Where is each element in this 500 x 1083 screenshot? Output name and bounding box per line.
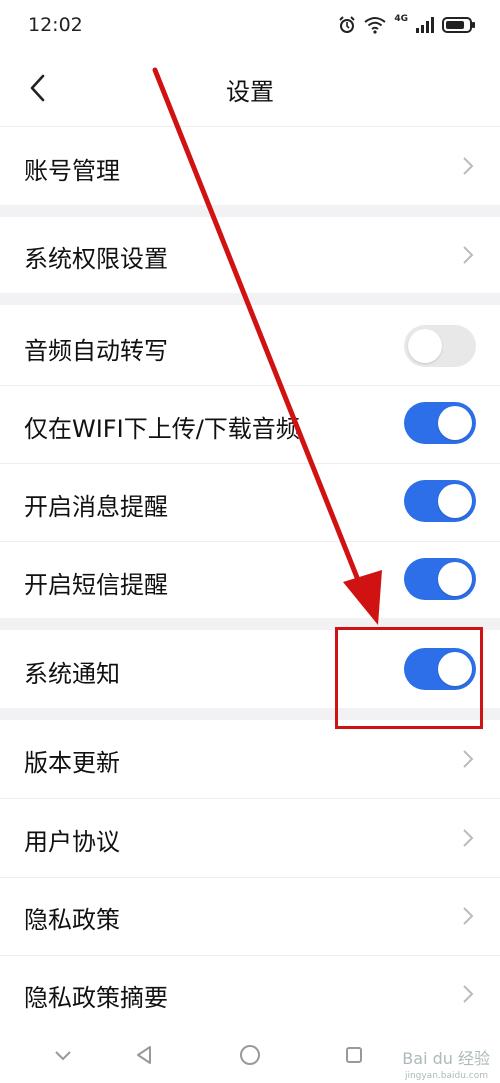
privacy-summary-label: 隐私政策摘要 <box>24 984 168 1012</box>
wifi-icon <box>364 17 386 34</box>
message-reminder-label: 开启消息提醒 <box>24 493 168 521</box>
status-bar: 12:02 4G <box>0 0 500 50</box>
alarm-icon <box>339 16 356 33</box>
status-icons: 4G <box>338 14 475 34</box>
nav-recents-icon[interactable] <box>345 1046 363 1064</box>
auto-transcribe-label: 音频自动转写 <box>24 337 168 365</box>
collapse-chevron-icon[interactable] <box>54 1050 72 1062</box>
system-notification-label: 系统通知 <box>24 660 120 688</box>
system-nav-bar: Bai du 经验 jingyan.baidu.com <box>0 1030 500 1083</box>
chevron-right-icon <box>463 750 474 768</box>
privacy-policy-item[interactable]: 隐私政策 <box>0 878 500 955</box>
watermark-subtext: jingyan.baidu.com <box>404 1071 488 1081</box>
chevron-right-icon <box>463 157 474 175</box>
page-title: 设置 <box>226 78 274 106</box>
chevron-right-icon <box>463 829 474 847</box>
account-management-item[interactable]: 账号管理 <box>0 127 500 205</box>
privacy-policy-label: 隐私政策 <box>24 906 120 934</box>
watermark-text: Bai du 经验 <box>402 1049 490 1068</box>
chevron-right-icon <box>463 907 474 925</box>
toggle-knob <box>408 329 442 363</box>
system-permissions-item[interactable]: 系统权限设置 <box>0 217 500 293</box>
user-agreement-item[interactable]: 用户协议 <box>0 799 500 877</box>
wifi-only-toggle[interactable] <box>404 402 476 444</box>
section-gap <box>0 205 500 217</box>
message-reminder-toggle[interactable] <box>404 480 476 522</box>
status-time: 12:02 <box>28 14 83 36</box>
auto-transcribe-item: 音频自动转写 <box>0 305 500 385</box>
sms-reminder-item: 开启短信提醒 <box>0 542 500 618</box>
section-gap <box>0 293 500 305</box>
sms-reminder-toggle[interactable] <box>404 558 476 600</box>
page-header: 设置 <box>0 50 500 127</box>
auto-transcribe-toggle[interactable] <box>404 325 476 367</box>
message-reminder-item: 开启消息提醒 <box>0 464 500 541</box>
nav-home-icon[interactable] <box>239 1044 261 1066</box>
nav-back-icon[interactable] <box>135 1045 153 1065</box>
account-management-label: 账号管理 <box>24 157 120 185</box>
system-permissions-label: 系统权限设置 <box>24 245 168 273</box>
annotation-highlight-box <box>335 627 483 729</box>
user-agreement-label: 用户协议 <box>24 828 120 856</box>
chevron-right-icon <box>463 246 474 264</box>
network-type-label: 4G <box>394 14 408 24</box>
toggle-knob <box>438 406 472 440</box>
battery-icon <box>442 17 475 33</box>
wifi-only-label: 仅在WIFI下上传/下载音频 <box>24 415 300 443</box>
wifi-only-item: 仅在WIFI下上传/下载音频 <box>0 386 500 463</box>
sms-reminder-label: 开启短信提醒 <box>24 571 168 599</box>
signal-icon <box>416 17 434 33</box>
toggle-knob <box>438 484 472 518</box>
privacy-summary-item[interactable]: 隐私政策摘要 <box>0 956 500 1030</box>
chevron-right-icon <box>463 985 474 1003</box>
version-update-label: 版本更新 <box>24 749 120 777</box>
toggle-knob <box>438 562 472 596</box>
version-update-item[interactable]: 版本更新 <box>0 720 500 798</box>
